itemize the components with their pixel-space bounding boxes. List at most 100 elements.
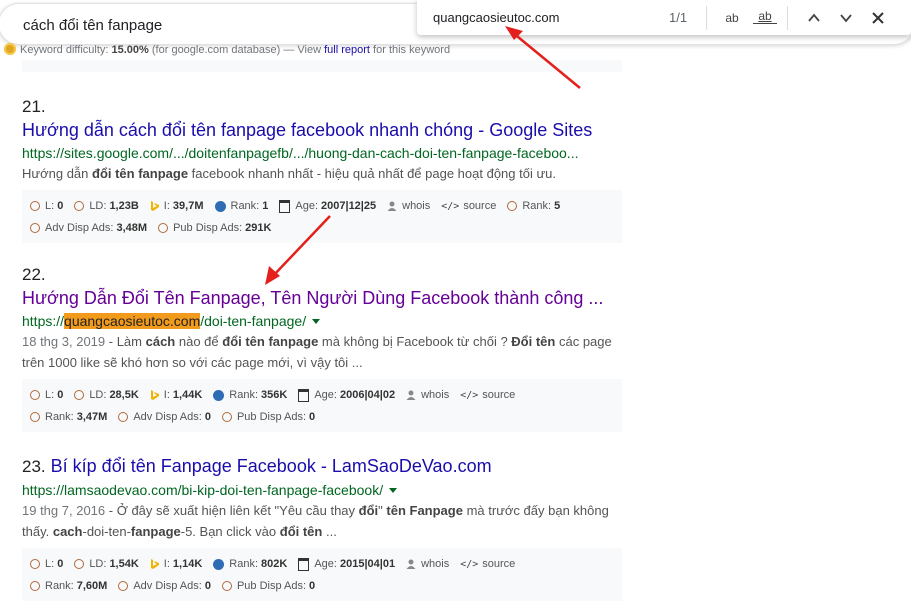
result-url[interactable]: https://sites.google.com/.../doitenfanpa… [22,145,622,161]
metric-rank-semrush[interactable]: Rank: 5 [507,200,560,212]
semrush-circle-icon [507,201,518,211]
seo-metrics: L: 0 LD: 1,23B I: 39,7M Rank: 1 Age: 2007|12|… [22,190,622,243]
metric-pub-disp-ads[interactable]: Pub Disp Ads: 0 [221,580,315,592]
source-link[interactable]: </> source [460,389,515,401]
divider [787,6,788,30]
metric-adv-disp-ads[interactable]: Adv Disp Ads: 0 [118,580,211,592]
metric-rank[interactable]: Rank: 1 [214,200,268,212]
bing-icon [150,390,159,400]
close-icon [872,12,884,24]
calendar-icon [298,557,310,571]
source-link[interactable]: </> source [460,558,515,570]
semrush-circle-icon [30,412,40,422]
metric-ld[interactable]: LD: 1,54K [74,558,139,570]
whois-link[interactable]: whois [406,389,449,401]
result-title-link[interactable]: 23. Bí kíp đổi tên Fanpage Facebook - La… [22,455,622,478]
result-snippet: 19 thg 7, 2016 - Ở đây sẽ xuất hiện liên… [22,503,609,539]
metric-age[interactable]: Age: 2006|04|02 [298,388,395,402]
result-number: 23. [22,457,46,476]
metric-rank[interactable]: Rank: 802K [213,558,287,570]
metric-i[interactable]: I: 39,7M [150,200,204,212]
search-result: 21. Hướng dẫn cách đổi tên fanpage faceb… [22,97,622,243]
whois-link[interactable]: whois [387,200,430,212]
metric-age[interactable]: Age: 2015|04|01 [298,557,395,571]
semrush-circle-icon [30,223,40,233]
close-find-button[interactable] [866,7,890,29]
find-highlight: quangcaosieutoc.com [64,313,201,329]
source-link[interactable]: </> source [441,200,496,212]
semrush-circle-icon [74,201,85,211]
search-input[interactable]: cách đổi tên fanpage [23,17,162,34]
find-bar: quangcaosieutoc.com 1/1 ab ab [417,0,911,35]
code-icon: </> [441,200,460,212]
semrush-circle-icon [118,412,129,422]
result-snippet: 18 thg 3, 2019 - Làm cách nào để đổi tên… [22,334,612,370]
calendar-icon [298,388,310,402]
semrush-circle-icon [30,201,40,211]
metric-rank[interactable]: Rank: 356K [213,389,287,401]
caret-down-icon[interactable] [389,488,398,493]
result-title-link[interactable]: Hướng Dẫn Đổi Tên Fanpage, Tên Người Dùn… [22,287,622,309]
whois-link[interactable]: whois [406,558,449,570]
calendar-icon [279,199,291,213]
divider [706,6,707,30]
whole-word-button[interactable]: ab [753,8,777,24]
seo-metrics: L: 0 LD: 28,5K I: 1,44K Rank: 356K Age: 2006|… [22,379,622,432]
result-number: 21. [22,97,46,116]
metric-l[interactable]: L: 0 [30,389,63,401]
caret-down-icon[interactable] [312,319,321,324]
result-number: 22. [22,265,46,284]
find-count: 1/1 [669,10,688,25]
metric-adv-disp-ads[interactable]: Adv Disp Ads: 3,48M [30,222,147,234]
seo-metrics: L: 0 LD: 1,54K I: 1,14K Rank: 802K Age: 2015|… [22,548,622,601]
match-case-button[interactable]: ab [720,7,744,29]
metric-ld[interactable]: LD: 1,23B [74,200,139,212]
semrush-circle-icon [221,581,232,591]
alexa-icon [213,558,225,570]
result-url[interactable]: https://lamsaodevao.com/bi-kip-doi-ten-f… [22,482,622,498]
result-snippet: Hướng dẫn đổi tên fanpage facebook nhanh… [22,166,557,181]
code-icon: </> [460,558,479,570]
semrush-circle-icon [30,559,40,569]
next-match-button[interactable] [834,7,858,29]
result-title-link[interactable]: Hướng dẫn cách đổi tên fanpage facebook … [22,119,622,141]
semrush-circle-icon [30,390,40,400]
previous-metrics-strip [22,60,622,72]
previous-match-button[interactable] [802,7,826,29]
semrush-circle-icon [74,390,85,400]
search-result: 23. Bí kíp đổi tên Fanpage Facebook - La… [22,455,622,601]
metric-i[interactable]: I: 1,44K [150,389,202,401]
alexa-icon [214,200,226,212]
metric-rank-semrush[interactable]: Rank: 3,47M [30,411,107,423]
bing-icon [150,201,159,211]
metric-ld[interactable]: LD: 28,5K [74,389,139,401]
person-icon [406,390,416,400]
semrush-circle-icon [74,559,85,569]
code-icon: </> [460,389,479,401]
semrush-circle-icon [158,223,169,233]
alexa-icon [213,389,225,401]
metric-rank-semrush[interactable]: Rank: 7,60M [30,580,107,592]
semrush-circle-icon [221,412,232,422]
metric-i[interactable]: I: 1,14K [150,558,202,570]
metric-pub-disp-ads[interactable]: Pub Disp Ads: 0 [221,411,315,423]
result-url[interactable]: https://quangcaosieutoc.com/doi-ten-fanp… [22,313,622,329]
kd-value: 15.00% [111,44,149,56]
metric-l[interactable]: L: 0 [30,558,63,570]
semrush-circle-icon [118,581,129,591]
find-input[interactable]: quangcaosieutoc.com [433,10,559,25]
metric-age[interactable]: Age: 2007|12|25 [279,199,376,213]
chevron-down-icon [840,14,852,23]
metric-adv-disp-ads[interactable]: Adv Disp Ads: 0 [118,411,211,423]
chevron-up-icon [808,13,820,22]
metric-pub-disp-ads[interactable]: Pub Disp Ads: 291K [158,222,271,234]
full-report-link[interactable]: full report [324,44,370,56]
bing-icon [150,559,159,569]
semrush-icon [4,43,16,55]
person-icon [387,201,397,211]
metric-l[interactable]: L: 0 [30,200,63,212]
semrush-circle-icon [30,581,40,591]
search-result: 22. Hướng Dẫn Đổi Tên Fanpage, Tên Người… [22,265,622,432]
keyword-difficulty: Keyword difficulty: 15.00% (for google.c… [4,43,450,56]
person-icon [406,559,416,569]
